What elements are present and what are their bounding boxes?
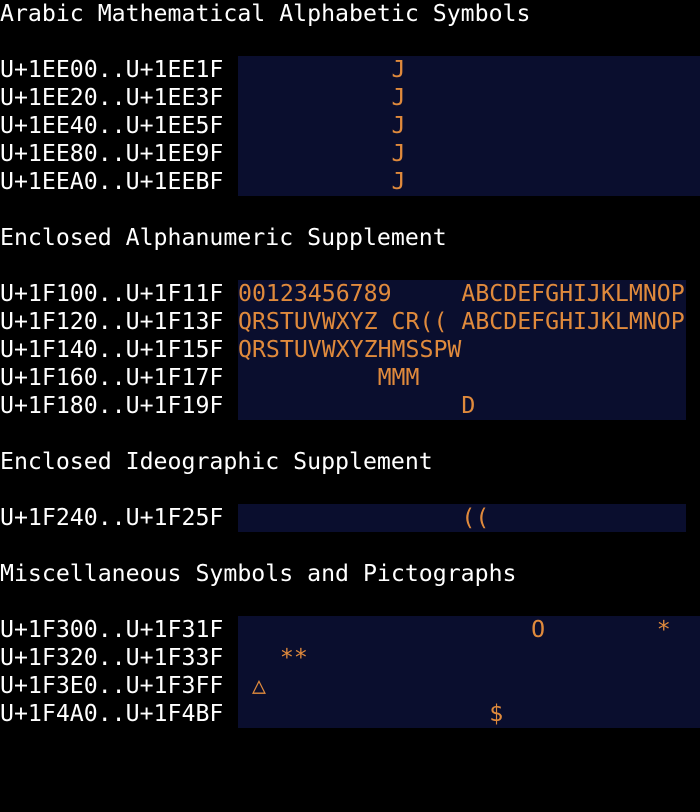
glyph-strip: MMM [238, 364, 686, 392]
glyph-strip: $ [238, 700, 700, 728]
glyph-strip: J [238, 112, 700, 140]
unicode-block-listing: Arabic Mathematical Alphabetic Symbols U… [0, 0, 700, 756]
table-row: U+1EE80..U+1EE9F J [0, 140, 700, 168]
section-enclosed-ideographic: Enclosed Ideographic Supplement U+1F240.… [0, 448, 700, 560]
glyph-strip: (( [238, 504, 686, 532]
code-range: U+1EEA0..U+1EEBF [0, 168, 238, 196]
table-row: U+1EEA0..U+1EEBF J [0, 168, 700, 196]
code-range: U+1EE40..U+1EE5F [0, 112, 238, 140]
section-title: Miscellaneous Symbols and Pictographs [0, 560, 517, 587]
table-row: U+1F160..U+1F17F MMM [0, 364, 700, 392]
code-range: U+1F300..U+1F31F [0, 616, 238, 644]
table-row: U+1EE00..U+1EE1F J [0, 56, 700, 84]
table-row: U+1F180..U+1F19F D [0, 392, 700, 420]
table-row: U+1F3E0..U+1F3FF △ [0, 672, 700, 700]
table-row: U+1F100..U+1F11F 00123456789 ABCDEFGHIJK… [0, 280, 700, 308]
table-row: U+1F240..U+1F25F (( [0, 504, 700, 532]
code-range: U+1F320..U+1F33F [0, 644, 238, 672]
code-range: U+1F180..U+1F19F [0, 392, 238, 420]
table-row: U+1EE20..U+1EE3F J [0, 84, 700, 112]
glyph-strip: △ [238, 672, 700, 700]
section-arabic-math: Arabic Mathematical Alphabetic Symbols U… [0, 0, 700, 224]
section-enclosed-alphanumeric: Enclosed Alphanumeric Supplement U+1F100… [0, 224, 700, 448]
section-misc-symbols-pictographs: Miscellaneous Symbols and Pictographs U+… [0, 560, 700, 728]
table-row: U+1EE40..U+1EE5F J [0, 112, 700, 140]
section-title: Enclosed Alphanumeric Supplement [0, 224, 447, 251]
section-title: Arabic Mathematical Alphabetic Symbols [0, 0, 531, 27]
code-range: U+1EE00..U+1EE1F [0, 56, 238, 84]
section-title: Enclosed Ideographic Supplement [0, 448, 433, 475]
code-range: U+1F120..U+1F13F [0, 308, 238, 336]
glyph-strip: QRSTUVWXYZHMSSPW [238, 336, 686, 364]
table-row: U+1F140..U+1F15F QRSTUVWXYZHMSSPW [0, 336, 700, 364]
glyph-strip: J [238, 56, 700, 84]
glyph-strip: J [238, 168, 700, 196]
glyph-strip: D [238, 392, 686, 420]
glyph-strip: J [238, 140, 700, 168]
code-range: U+1EE20..U+1EE3F [0, 84, 238, 112]
table-row: U+1F320..U+1F33F ** [0, 644, 700, 672]
code-range: U+1EE80..U+1EE9F [0, 140, 238, 168]
code-range: U+1F160..U+1F17F [0, 364, 238, 392]
glyph-strip: O * [238, 616, 700, 644]
code-range: U+1F100..U+1F11F [0, 280, 238, 308]
code-range: U+1F140..U+1F15F [0, 336, 238, 364]
glyph-strip: J [238, 84, 700, 112]
table-row: U+1F120..U+1F13F QRSTUVWXYZ CR(( ABCDEFG… [0, 308, 700, 336]
code-range: U+1F4A0..U+1F4BF [0, 700, 238, 728]
glyph-strip: QRSTUVWXYZ CR(( ABCDEFGHIJKLMNOP [238, 308, 686, 336]
table-row: U+1F4A0..U+1F4BF $ [0, 700, 700, 728]
code-range: U+1F240..U+1F25F [0, 504, 238, 532]
table-row: U+1F300..U+1F31F O * [0, 616, 700, 644]
glyph-strip: 00123456789 ABCDEFGHIJKLMNOP [238, 280, 686, 308]
code-range: U+1F3E0..U+1F3FF [0, 672, 238, 700]
glyph-strip: ** [238, 644, 700, 672]
